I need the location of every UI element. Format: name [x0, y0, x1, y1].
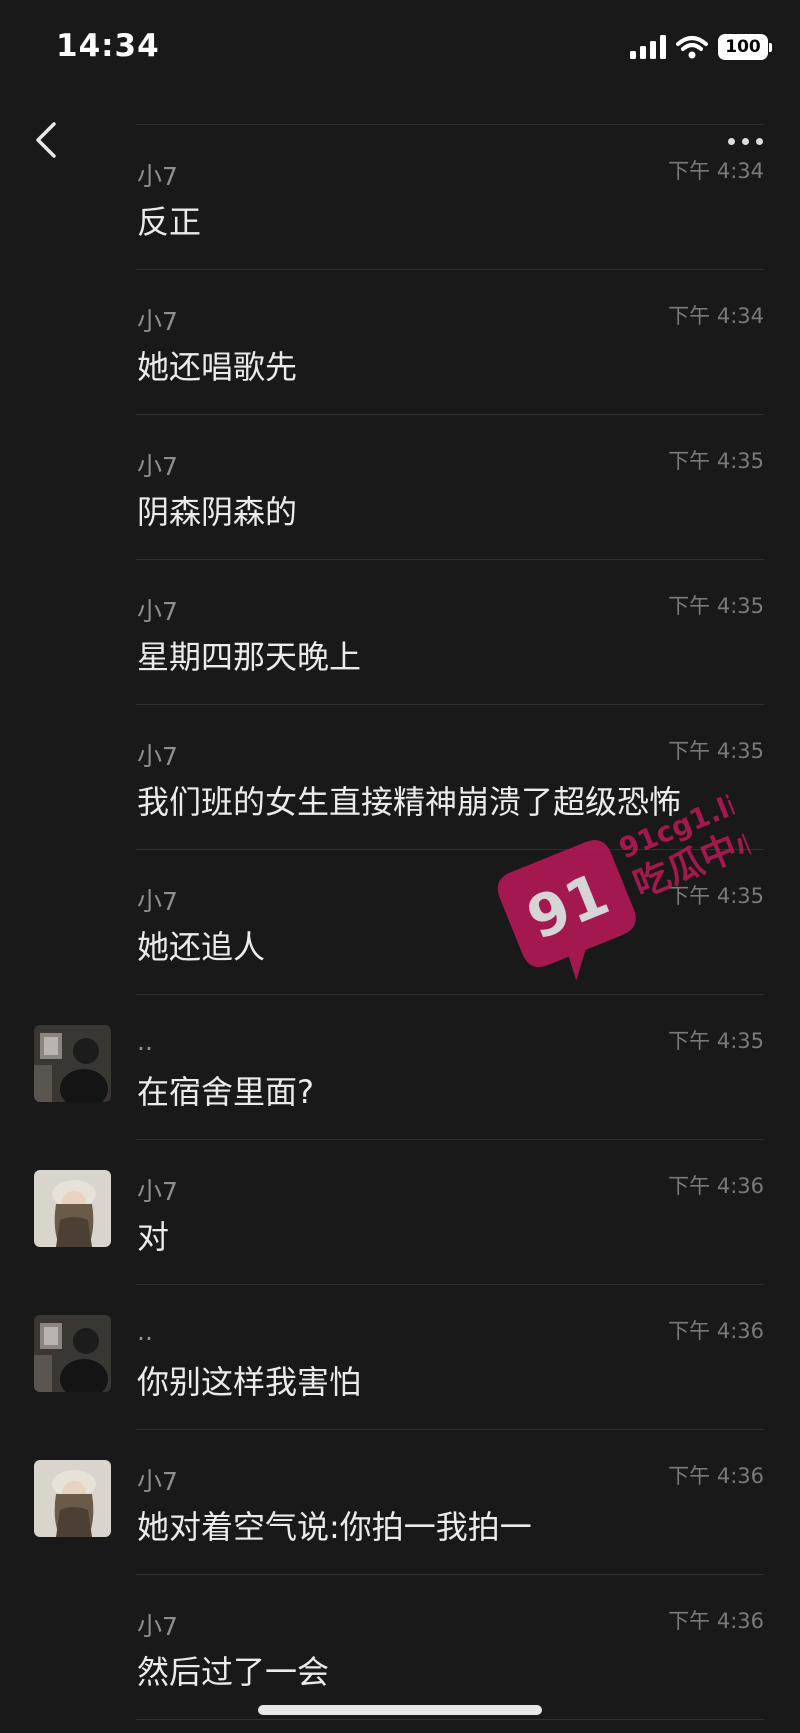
message-text: 阴森阴森的 — [137, 493, 298, 531]
message-time: 下午 4:35 — [668, 1029, 764, 1053]
battery-level: 100 — [725, 37, 761, 57]
signal-icon — [630, 35, 666, 59]
message-sender: .. — [137, 1027, 153, 1056]
wifi-icon — [676, 36, 708, 59]
message-time: 下午 4:36 — [668, 1319, 764, 1343]
message-time: 下午 4:36 — [668, 1609, 764, 1633]
message-item[interactable]: 小7 下午 4:36 然后过了一会 — [0, 1575, 800, 1720]
message-item[interactable]: 小7 下午 4:35 星期四那天晚上 — [0, 560, 800, 705]
message-text: 她对着空气说:你拍一我拍一 — [137, 1508, 532, 1546]
message-time: 下午 4:34 — [668, 304, 764, 328]
message-item[interactable]: 小7 下午 4:35 阴森阴森的 — [0, 415, 800, 560]
message-text: 然后过了一会 — [137, 1653, 330, 1691]
message-sender: 小7 — [137, 1467, 178, 1496]
message-text: 她还唱歌先 — [137, 348, 298, 386]
message-sender: 小7 — [137, 307, 178, 336]
message-text: 星期四那天晚上 — [137, 638, 362, 676]
message-sender: 小7 — [137, 162, 178, 191]
message-item[interactable]: .. 下午 4:36 你别这样我害怕 — [0, 1285, 800, 1430]
message-item[interactable]: .. 下午 4:35 在宿舍里面? — [0, 995, 800, 1140]
message-item[interactable]: 小7 下午 4:34 她还唱歌先 — [0, 270, 800, 415]
message-sender: 小7 — [137, 887, 178, 916]
message-text: 你别这样我害怕 — [137, 1363, 362, 1401]
battery-icon: 100 — [718, 34, 772, 60]
message-text: 她还追人 — [137, 928, 266, 966]
message-sender: 小7 — [137, 452, 178, 481]
message-sender: 小7 — [137, 1612, 178, 1641]
message-sender: 小7 — [137, 597, 178, 626]
message-text: 在宿舍里面? — [137, 1073, 314, 1111]
message-sender: 小7 — [137, 742, 178, 771]
message-time: 下午 4:34 — [668, 159, 764, 183]
avatar[interactable] — [34, 1025, 111, 1102]
message-text: 反正 — [137, 203, 202, 241]
message-sender: 小7 — [137, 1177, 178, 1206]
avatar[interactable] — [34, 1460, 111, 1537]
message-time: 下午 4:35 — [668, 594, 764, 618]
home-indicator[interactable] — [258, 1705, 542, 1715]
status-bar: 14:34 100 — [0, 0, 800, 100]
message-text: 对 — [137, 1218, 170, 1256]
message-time: 下午 4:35 — [668, 449, 764, 473]
status-time: 14:34 — [56, 28, 160, 64]
message-time: 下午 4:36 — [668, 1174, 764, 1198]
message-item[interactable]: 小7 下午 4:34 反正 — [0, 125, 800, 270]
divider — [136, 1719, 764, 1720]
status-icons: 100 — [630, 34, 772, 60]
message-item[interactable]: 小7 下午 4:36 对 — [0, 1140, 800, 1285]
message-time: 下午 4:36 — [668, 1464, 764, 1488]
avatar[interactable] — [34, 1315, 111, 1392]
message-sender: .. — [137, 1317, 153, 1346]
avatar[interactable] — [34, 1170, 111, 1247]
message-item[interactable]: 小7 下午 4:36 她对着空气说:你拍一我拍一 — [0, 1430, 800, 1575]
